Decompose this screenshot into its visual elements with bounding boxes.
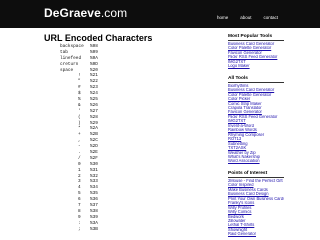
sidebar-section-title: All Tools <box>228 75 248 81</box>
nav-contact-link[interactable]: contact <box>263 14 278 22</box>
divider <box>228 81 284 83</box>
divider <box>228 176 284 178</box>
encoding-row: ; %3B <box>60 227 120 233</box>
page-title: URL Encoded Characters <box>44 33 153 43</box>
encoded-value-cell: %3B <box>90 226 98 232</box>
divider <box>228 40 284 41</box>
sidebar-section-points-of-interest: Points of Interest 2Mouse - Find the Perf… <box>228 170 284 237</box>
sidebar-link[interactable]: Raid Generator <box>228 232 284 236</box>
encoding-table: backspace %08 tab %09 linefeed %0A creturn %0D s… <box>60 44 120 233</box>
site-header: DeGraeve.com home about contact <box>0 0 320 28</box>
logo-tld: .com <box>100 6 128 20</box>
sidebar-section-title: Points of Interest <box>228 170 268 176</box>
logo-name: DeGraeve <box>44 6 101 20</box>
nav-about-link[interactable]: about <box>240 14 251 22</box>
character-cell: ; <box>78 226 81 232</box>
nav-home-link[interactable]: home <box>217 14 228 22</box>
sidebar-section-most-popular-tools: Most Popular Tools Business Card Generato… <box>228 33 284 69</box>
sidebar-section-title: Most Popular Tools <box>228 34 273 39</box>
top-nav: home about contact <box>217 14 320 22</box>
sidebar: Most Popular Tools Business Card Generato… <box>228 33 284 237</box>
sidebar-section-all-tools: All Tools Biorhythms Business Card Generat… <box>228 75 284 164</box>
site-logo-link[interactable]: DeGraeve.com <box>44 6 127 20</box>
